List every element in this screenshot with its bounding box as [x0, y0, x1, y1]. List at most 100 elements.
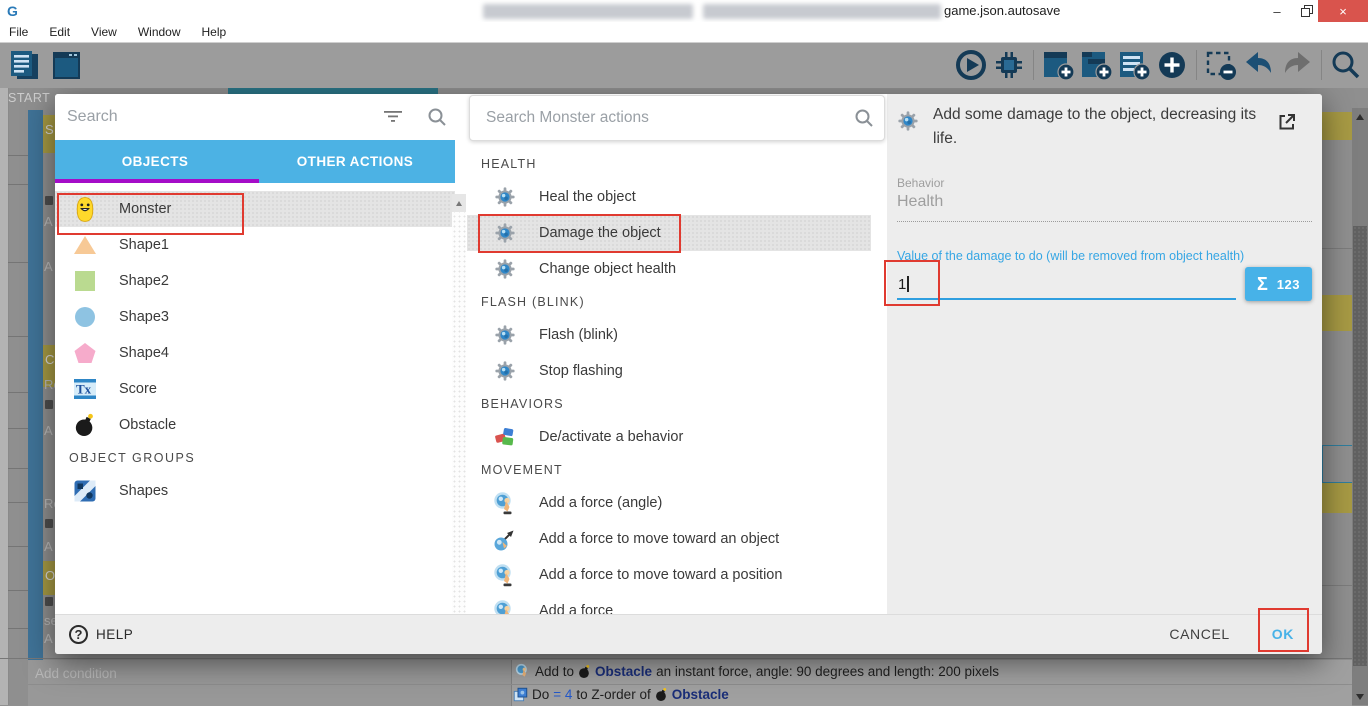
scene-window-icon[interactable] — [48, 47, 84, 83]
action-item-stop-flashing[interactable]: Stop flashing — [467, 353, 871, 389]
event-indent-bar — [28, 110, 43, 705]
panel-tabs: OBJECTSOTHER ACTIONS — [55, 140, 455, 183]
action-item-add-a-force-to-move-toward-a-position[interactable]: Add a force to move toward a position — [467, 557, 871, 593]
event-action-row[interactable]: Add to Obstacle an instant force, angle:… — [515, 663, 999, 679]
scroll-up-arrow[interactable] — [452, 194, 466, 212]
action-label: De/activate a behavior — [539, 429, 683, 445]
redo-icon[interactable] — [1279, 47, 1315, 83]
title-bar: G game.json.autosave – × — [0, 0, 1368, 22]
gear-icon — [897, 110, 923, 136]
add-comment-icon[interactable] — [1116, 47, 1152, 83]
group-icon — [73, 479, 97, 503]
event-text-fragment: A — [44, 631, 53, 646]
action-item-de-activate-a-behavior[interactable]: De/activate a behavior — [467, 419, 871, 455]
event-bracket-tick — [8, 262, 28, 263]
tab-objects[interactable]: OBJECTS — [55, 140, 255, 183]
action-item-add-a-force-angle-[interactable]: Add a force (angle) — [467, 485, 871, 521]
play-icon[interactable] — [953, 47, 989, 83]
annotation-rect-monster — [57, 193, 244, 235]
open-in-new-icon[interactable] — [1277, 112, 1297, 132]
bomb-icon — [655, 687, 668, 702]
object-item-shape4[interactable]: Shape4 — [55, 335, 455, 371]
action-text: Do — [532, 687, 549, 702]
force-icon — [493, 563, 517, 587]
expression-editor-button[interactable]: Σ 123 — [1245, 267, 1312, 301]
undo-icon[interactable] — [1241, 47, 1277, 83]
scroll-down-arrow[interactable] — [1356, 694, 1364, 700]
title-redacted-block — [703, 4, 941, 19]
events-margin-ruler — [0, 88, 9, 705]
title-redacted-block — [483, 4, 693, 19]
objects-scrollbar[interactable] — [452, 194, 466, 614]
object-search-field[interactable]: Search — [55, 94, 467, 140]
toolbar-separator — [1196, 50, 1197, 80]
object-item-obstacle[interactable]: Obstacle — [55, 407, 455, 443]
action-description: Add some damage to the object, decreasin… — [933, 103, 1268, 151]
force-icon — [493, 491, 517, 515]
score-icon: Tx — [73, 378, 97, 400]
gear-icon — [494, 258, 516, 280]
window-title: game.json.autosave — [944, 3, 1060, 18]
scroll-up-arrow[interactable] — [1356, 114, 1364, 120]
menu-help[interactable]: Help — [202, 25, 227, 39]
add-condition-link[interactable]: Add condition — [35, 666, 117, 681]
debug-icon[interactable] — [991, 47, 1027, 83]
group-item-shapes[interactable]: Shapes — [55, 473, 455, 509]
action-item-add-a-force[interactable]: Add a force — [467, 593, 871, 614]
scene-tab[interactable]: START — [8, 91, 50, 105]
action-item-add-a-force-to-move-toward-an-object[interactable]: Add a force to move toward an object — [467, 521, 871, 557]
event-bracket-tick — [8, 502, 28, 503]
object-item-score[interactable]: TxScore — [55, 371, 455, 407]
action-item-heal-the-object[interactable]: Heal the object — [467, 179, 871, 215]
active-tab-underline — [55, 179, 259, 183]
circle-icon — [73, 305, 97, 329]
group-label: Shapes — [119, 483, 168, 499]
app-logo-icon: G — [7, 3, 23, 19]
add-subevent-icon[interactable] — [1078, 47, 1114, 83]
row-divider — [28, 684, 1352, 685]
toolbar — [0, 43, 1368, 88]
cancel-button[interactable]: CANCEL — [1169, 626, 1229, 642]
menu-edit[interactable]: Edit — [49, 25, 70, 39]
section-header-flash-blink-: FLASH (BLINK) — [467, 287, 871, 317]
filter-icon[interactable] — [383, 108, 403, 124]
menu-file[interactable]: File — [9, 25, 28, 39]
help-button[interactable]: ? HELP — [69, 625, 133, 644]
action-item-flash-blink-[interactable]: Flash (blink) — [467, 317, 871, 353]
window-scrollbar-thumb[interactable] — [1353, 226, 1367, 666]
instruction-editor-dialog: Search OBJECTSOTHER ACTIONS MonsterShape… — [55, 94, 1322, 654]
action-search-field[interactable]: Search Monster actions — [469, 95, 885, 141]
tab-other-actions[interactable]: OTHER ACTIONS — [255, 140, 455, 183]
add-circle-icon[interactable] — [1154, 47, 1190, 83]
object-item-shape2[interactable]: Shape2 — [55, 263, 455, 299]
section-header-behaviors: BEHAVIORS — [467, 389, 871, 419]
event-bracket-tick — [8, 468, 28, 469]
event-rows: Add condition Add to Obstacle an instant… — [0, 658, 1352, 706]
minimize-button[interactable]: – — [1262, 0, 1292, 22]
event-cell — [1322, 112, 1352, 140]
menu-window[interactable]: Window — [138, 25, 181, 39]
toolbar-separator — [1321, 50, 1322, 80]
object-name: Obstacle — [595, 664, 652, 679]
project-manager-icon[interactable] — [6, 47, 42, 83]
input-focus-underline — [897, 298, 1236, 300]
object-item-shape3[interactable]: Shape3 — [55, 299, 455, 335]
action-label: Change object health — [539, 261, 676, 277]
close-button[interactable]: × — [1318, 0, 1368, 22]
action-search-placeholder: Search Monster actions — [486, 109, 649, 127]
action-item-change-object-health[interactable]: Change object health — [467, 251, 871, 287]
event-action-row[interactable]: Do = 4 to Z-order of Obstacle — [513, 687, 729, 702]
event-bracket-tick — [8, 155, 28, 156]
behavior-value: Health — [897, 193, 943, 211]
event-cell — [1322, 483, 1352, 513]
z-order-icon — [513, 687, 528, 702]
add-event-icon[interactable] — [1040, 47, 1076, 83]
action-text: Add to — [535, 664, 574, 679]
action-param: = 4 — [553, 687, 572, 702]
window-scrollbar[interactable] — [1352, 108, 1368, 705]
delete-event-icon[interactable] — [1203, 47, 1239, 83]
search-toolbar-icon[interactable] — [1328, 47, 1364, 83]
menu-view[interactable]: View — [91, 25, 117, 39]
restore-icon — [1301, 5, 1313, 17]
parameter-label: Value of the damage to do (will be remov… — [897, 249, 1247, 264]
